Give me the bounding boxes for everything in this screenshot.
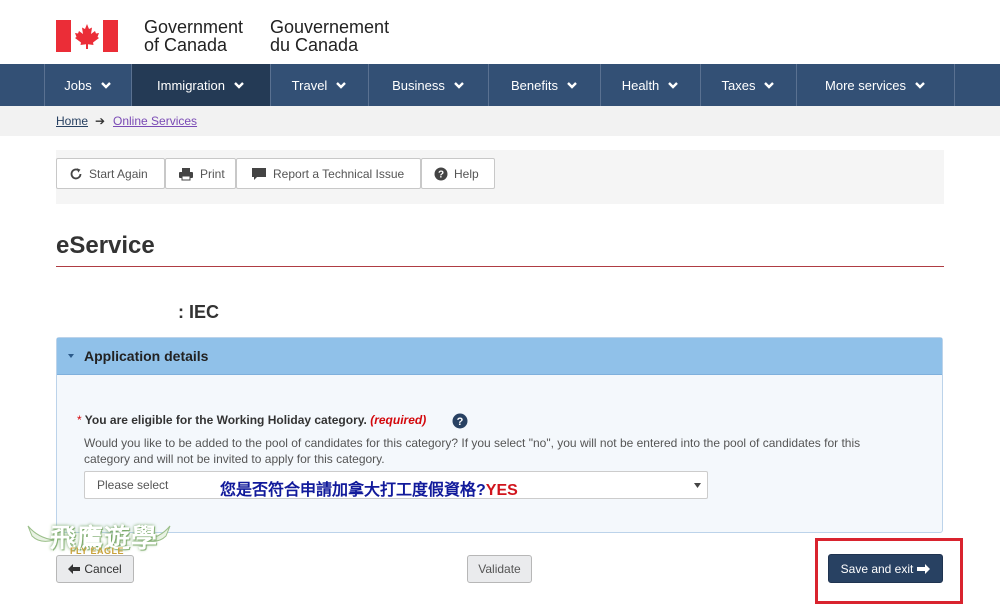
chevron-down-icon [915, 82, 925, 89]
chevron-down-icon [764, 82, 775, 89]
field-label: * You are eligible for the Working Holid… [77, 413, 426, 427]
arrow-left-icon [68, 564, 81, 574]
chevron-down-icon [668, 82, 679, 89]
annotation-yes: YES [485, 482, 518, 499]
printer-icon [179, 167, 193, 180]
annotation-text: 您是否符合申請加拿大打工度假資格? [220, 482, 486, 499]
nav-item-health[interactable]: Health [601, 64, 701, 106]
nav-item-more-services[interactable]: More services [797, 64, 955, 106]
chevron-down-icon [234, 82, 244, 89]
watermark-logo: 飛鷹遊學 FLY EAGLE [26, 516, 172, 558]
comment-icon [252, 167, 266, 180]
nav-item-label: More services [825, 77, 906, 93]
required-asterisk: * [77, 413, 82, 427]
nav-item-label: Business [392, 77, 445, 93]
chevron-down-icon [567, 82, 577, 89]
nav-item-immigration[interactable]: Immigration [132, 64, 271, 106]
title-divider [56, 266, 944, 267]
print-button[interactable]: Print [165, 158, 236, 189]
field-description: Would you like to be added to the pool o… [84, 436, 861, 466]
nav-item-travel[interactable]: Travel [271, 64, 369, 106]
nav-item-label: Benefits [511, 77, 558, 93]
chevron-down-icon [694, 483, 701, 488]
service-name: : IEC [178, 302, 220, 322]
help-button[interactable]: ? Help [421, 158, 495, 189]
action-toolbar: Start Again Print Report a Technical Iss… [56, 150, 944, 204]
field-label-text: You are eligible for the Working Holiday… [84, 413, 367, 427]
nav-item-label: Travel [291, 77, 328, 93]
svg-text:?: ? [457, 416, 464, 428]
chevron-down-icon [100, 82, 111, 89]
chevron-down-icon [454, 82, 464, 89]
validate-button[interactable]: Validate [467, 555, 532, 583]
gov-wordmark-fr: Gouvernement du Canada [270, 18, 389, 54]
nav-item-jobs[interactable]: Jobs [44, 64, 132, 106]
print-label: Print [200, 166, 225, 181]
report-technical-issue-button[interactable]: Report a Technical Issue [236, 158, 421, 189]
caret-down-icon [68, 354, 74, 358]
panel-header[interactable]: Application details [57, 338, 942, 375]
question-circle-icon: ? [434, 167, 448, 180]
nav-item-label: Taxes [721, 77, 756, 93]
canada-flag-logo[interactable] [56, 20, 118, 52]
select-value: Please select [97, 478, 169, 492]
required-text: (required) [370, 413, 427, 427]
gov-en-line1: Government [144, 17, 244, 37]
arrow-right-icon: ➔ [95, 114, 106, 128]
main-nav: Jobs Immigration Travel Business Benefit… [0, 64, 1000, 106]
highlight-annotation-box [815, 538, 963, 604]
nav-item-business[interactable]: Business [369, 64, 489, 106]
start-again-label: Start Again [89, 166, 148, 181]
help-question-icon[interactable]: ? [452, 413, 468, 429]
cancel-label: Cancel [84, 562, 122, 576]
gov-wordmark-en: Government of Canada [144, 18, 243, 54]
breadcrumb-home-link[interactable]: Home [56, 114, 88, 128]
refresh-icon [70, 167, 82, 179]
nav-item-label: Jobs [64, 77, 92, 93]
svg-text:?: ? [438, 169, 444, 180]
chinese-annotation: 您是否符合申請加拿大打工度假資格?YES [220, 476, 518, 500]
gov-fr-line1: Gouvernement [270, 17, 390, 37]
chevron-down-icon [336, 82, 347, 89]
page-title: eService [56, 232, 155, 259]
redacted-area [56, 300, 174, 324]
application-details-panel: Application details * You are eligible f… [56, 337, 943, 533]
eligibility-select[interactable]: Please select 您是否符合申請加拿大打工度假資格?YES [84, 471, 708, 499]
breadcrumb: Home ➔ Online Services [0, 106, 1000, 136]
start-again-button[interactable]: Start Again [56, 158, 165, 189]
site-header: Government of Canada Gouvernement du Can… [0, 0, 1000, 64]
nav-item-label: Health [621, 77, 660, 93]
help-label: Help [454, 166, 479, 181]
nav-item-taxes[interactable]: Taxes [701, 64, 797, 106]
breadcrumb-online-services-link[interactable]: Online Services [113, 114, 197, 128]
validate-label: Validate [478, 562, 521, 576]
panel-title: Application details [84, 348, 209, 364]
gov-en-line2: of Canada [144, 35, 228, 55]
gov-fr-line2: du Canada [270, 35, 359, 55]
cancel-button[interactable]: Cancel [56, 555, 134, 583]
nav-item-benefits[interactable]: Benefits [489, 64, 601, 106]
nav-item-label: Immigration [157, 77, 225, 93]
report-label: Report a Technical Issue [273, 166, 405, 181]
